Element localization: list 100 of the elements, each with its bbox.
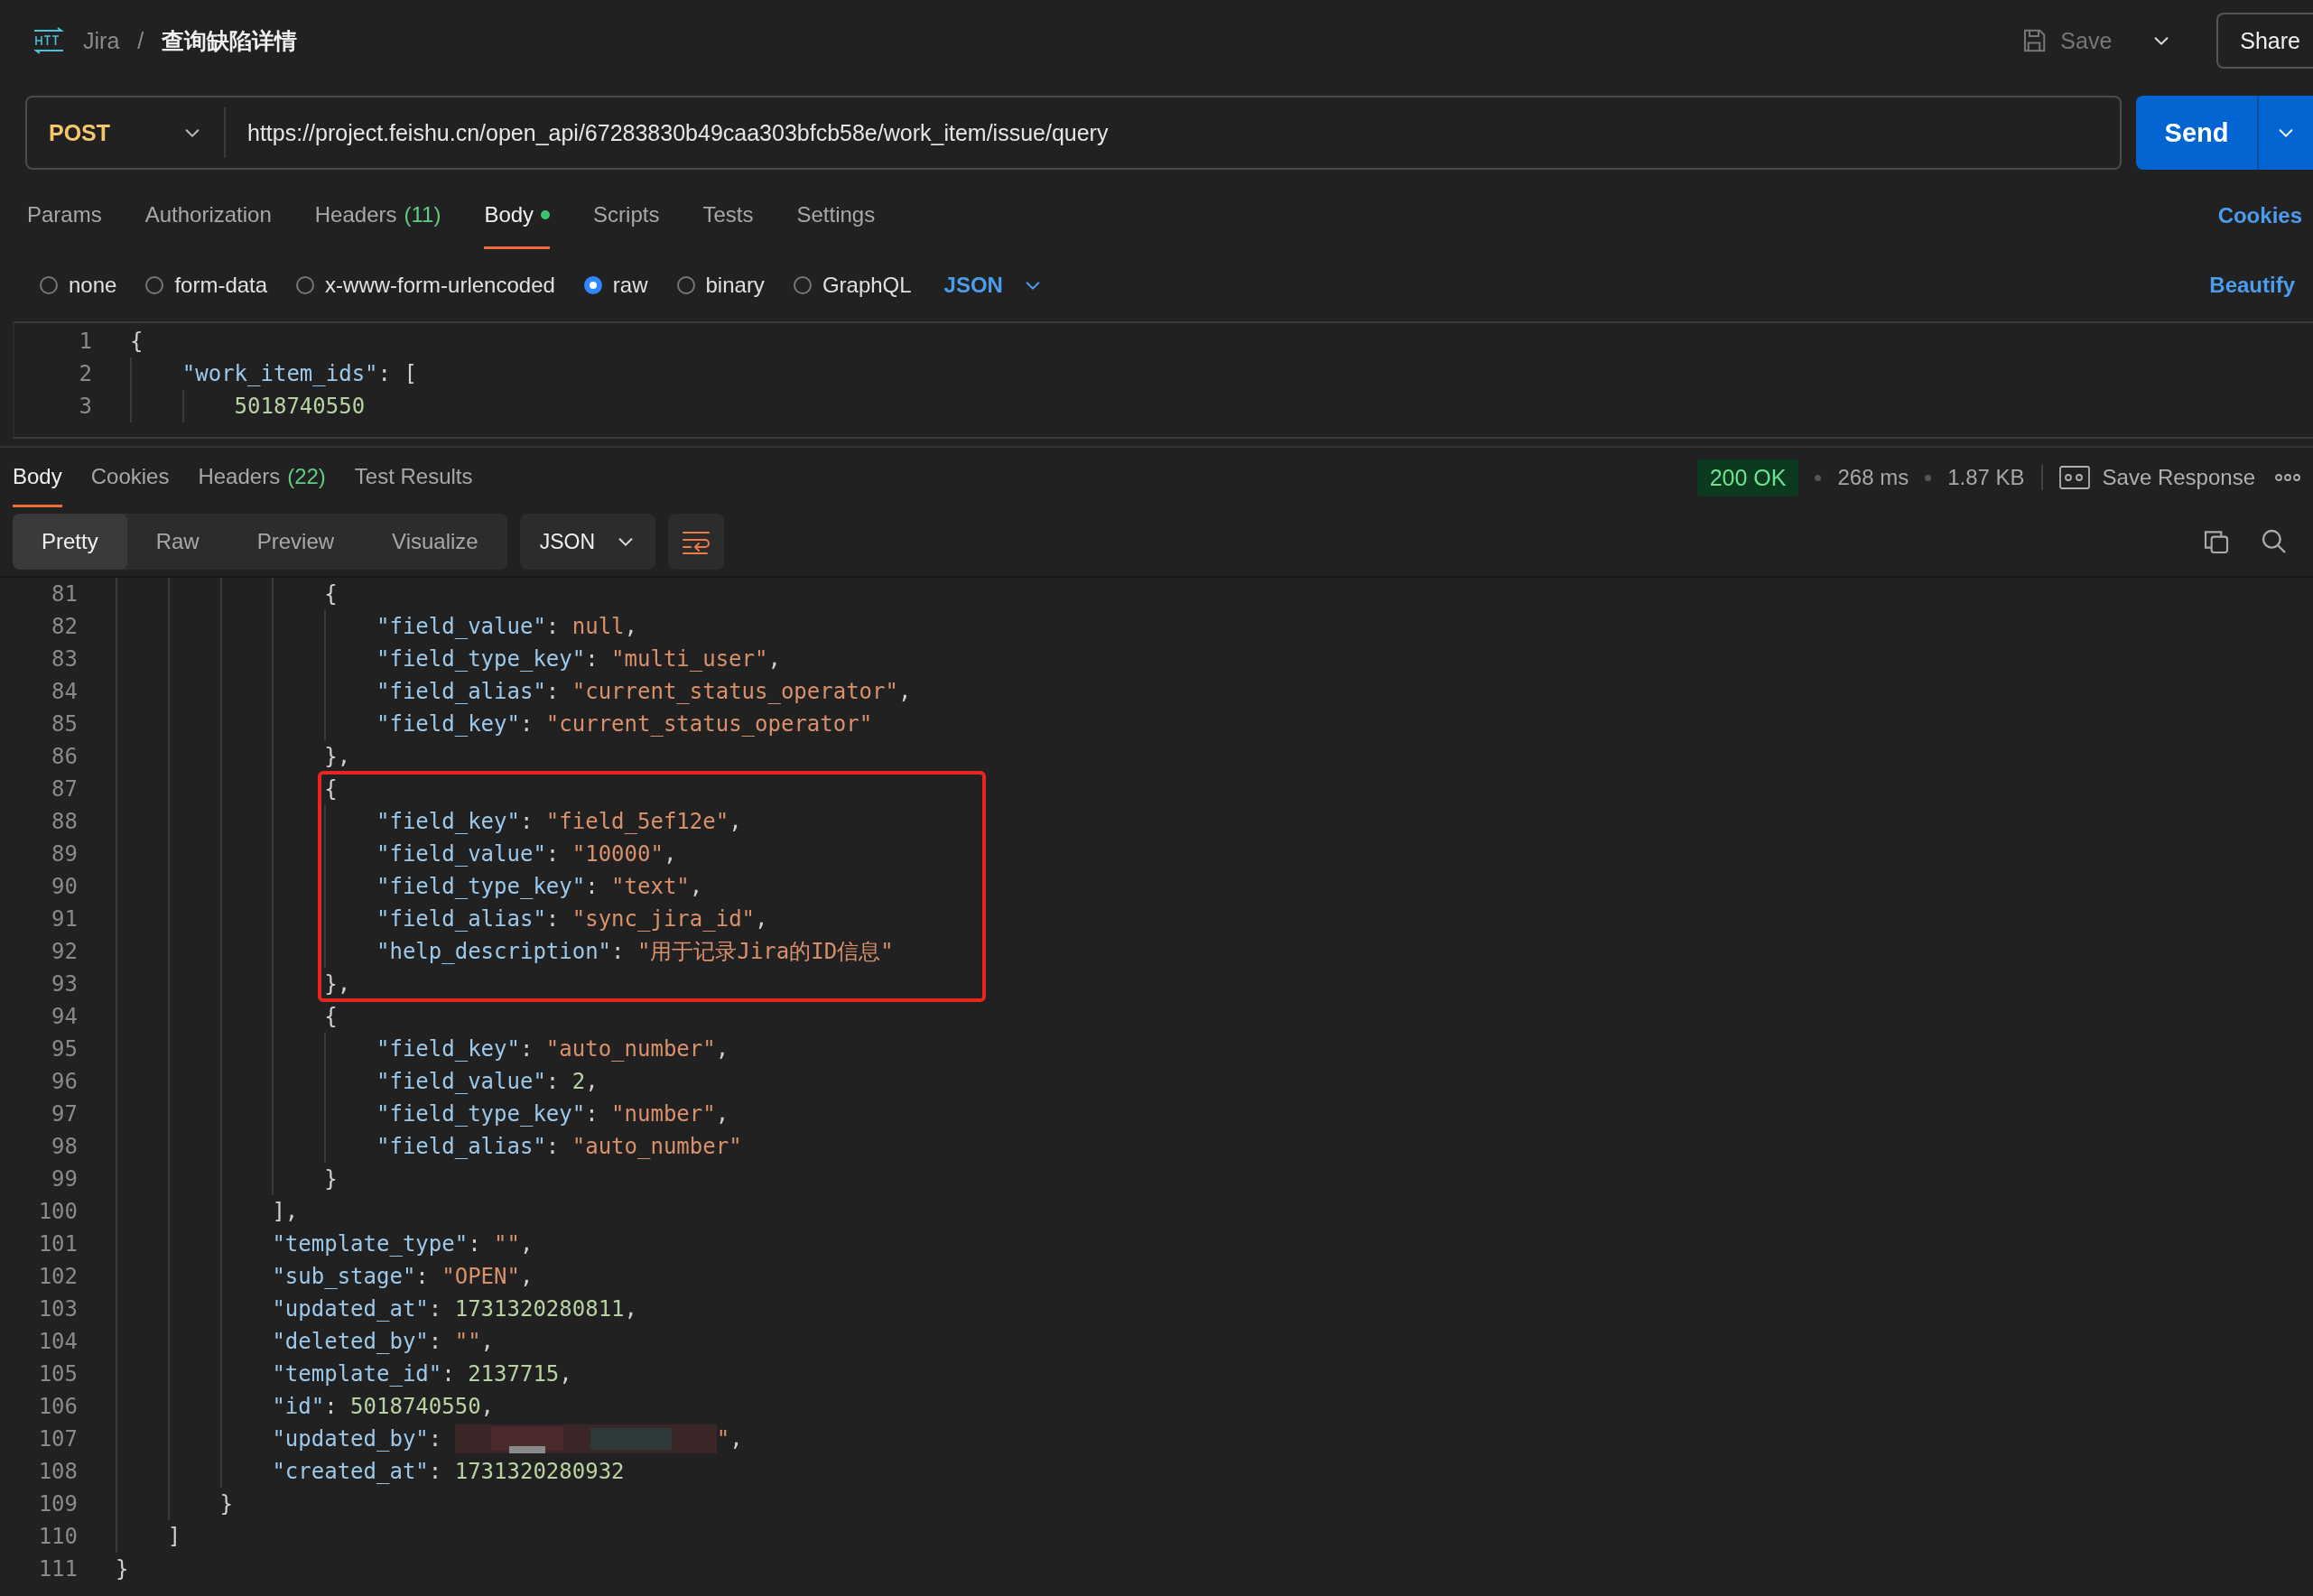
request-tab[interactable]: Headers (11) bbox=[314, 182, 441, 249]
code-line: "sub_stage": "OPEN", bbox=[272, 1264, 534, 1289]
line-number: 87 bbox=[51, 776, 79, 802]
body-type-radio[interactable]: GraphQL bbox=[793, 273, 912, 298]
body-type-radio[interactable]: form-data bbox=[145, 273, 268, 298]
view-mode-tab[interactable]: Pretty bbox=[13, 514, 127, 570]
line-number: 90 bbox=[51, 874, 79, 899]
line-number: 93 bbox=[51, 971, 79, 997]
line-number: 106 bbox=[37, 1394, 79, 1419]
line-number: 82 bbox=[51, 614, 79, 639]
response-tab[interactable]: Test Results bbox=[354, 448, 473, 507]
request-tab[interactable]: Params bbox=[27, 182, 102, 249]
code-line: "updated_by": bbox=[272, 1426, 443, 1452]
code-line: "field_value": "10000", bbox=[376, 841, 677, 867]
send-button[interactable]: Send bbox=[2136, 96, 2257, 170]
breadcrumb-link[interactable]: Jira bbox=[83, 27, 120, 54]
code-line: { bbox=[130, 329, 144, 354]
request-title: 查询缺陷详情 bbox=[162, 26, 298, 55]
line-number: 86 bbox=[51, 744, 79, 769]
save-response-button[interactable]: Save Response bbox=[2058, 465, 2255, 490]
line-number: 105 bbox=[37, 1361, 79, 1387]
code-line: "field_key": "field_5ef12e", bbox=[376, 809, 742, 834]
line-number: 99 bbox=[51, 1166, 79, 1192]
format-dropdown[interactable]: JSON bbox=[943, 273, 1043, 298]
code-line: "field_alias": "auto_number" bbox=[376, 1134, 742, 1159]
code-line: "field_alias": "current_status_operator", bbox=[376, 679, 912, 704]
line-number: 91 bbox=[51, 906, 79, 932]
response-time: 268 ms bbox=[1837, 465, 1909, 490]
line-number: 107 bbox=[37, 1426, 79, 1452]
body-type-radio[interactable]: raw bbox=[583, 273, 648, 298]
line-number: 108 bbox=[37, 1459, 79, 1484]
format-dropdown[interactable]: JSON bbox=[519, 514, 655, 570]
code-line: } bbox=[324, 1166, 338, 1192]
line-number: 98 bbox=[51, 1134, 79, 1159]
body-type-radio[interactable]: binary bbox=[676, 273, 765, 298]
line-number: 110 bbox=[37, 1524, 79, 1549]
line-number: 111 bbox=[37, 1556, 79, 1582]
code-line: "field_type_key": "number", bbox=[376, 1101, 729, 1127]
line-number: 103 bbox=[37, 1296, 79, 1322]
line-number: 94 bbox=[51, 1004, 79, 1029]
code-line: { bbox=[324, 776, 338, 802]
line-number: 89 bbox=[51, 841, 79, 867]
code-line: "template_id": 2137715, bbox=[272, 1361, 572, 1387]
line-number: 100 bbox=[37, 1199, 79, 1224]
code-line: "field_key": "current_status_operator" bbox=[376, 711, 873, 737]
code-line: ", bbox=[716, 1426, 743, 1452]
body-type-radio[interactable]: x-www-form-urlencoded bbox=[296, 273, 555, 298]
beautify-link[interactable]: Beautify bbox=[2206, 273, 2299, 298]
line-number: 109 bbox=[37, 1491, 79, 1517]
code-line: ] bbox=[167, 1524, 181, 1549]
request-tab[interactable]: Authorization bbox=[144, 182, 272, 249]
view-mode-tab[interactable]: Preview bbox=[228, 514, 364, 570]
code-line: "created_at": 1731320280932 bbox=[272, 1459, 625, 1484]
code-line: { bbox=[324, 581, 338, 607]
line-number: 3 bbox=[78, 394, 93, 419]
wrap-lines-icon[interactable] bbox=[667, 514, 724, 570]
response-tab[interactable]: Cookies bbox=[90, 448, 170, 507]
code-line: "field_value": null, bbox=[376, 614, 637, 639]
code-line: } bbox=[219, 1491, 234, 1517]
url-field[interactable]: POST https://project.feishu.cn/open_api/67283830b49caa303bfcb58e/work_item/issue/query bbox=[25, 96, 2122, 170]
breadcrumb-separator: / bbox=[137, 27, 144, 54]
code-line: "field_alias": "sync_jira_id", bbox=[376, 906, 768, 932]
code-line: { bbox=[324, 1004, 338, 1029]
status-badge: 200 OK bbox=[1696, 459, 1799, 496]
code-line: "field_key": "auto_number", bbox=[376, 1036, 729, 1062]
method-dropdown[interactable]: POST bbox=[27, 107, 226, 158]
line-number: 1 bbox=[78, 329, 93, 354]
share-button[interactable]: Share bbox=[2216, 13, 2313, 69]
line-number: 85 bbox=[51, 711, 79, 737]
request-tab[interactable]: Scripts bbox=[593, 182, 660, 249]
code-line: "field_type_key": "text", bbox=[376, 874, 703, 899]
line-number: 83 bbox=[51, 646, 79, 672]
view-mode-tab[interactable]: Visualize bbox=[363, 514, 507, 570]
separator-dot bbox=[1925, 474, 1932, 481]
request-tab[interactable]: Tests bbox=[702, 182, 754, 249]
line-number: 2 bbox=[78, 361, 93, 386]
code-line: }, bbox=[324, 744, 351, 769]
response-size: 1.87 KB bbox=[1947, 465, 2025, 490]
response-tab[interactable]: Headers (22) bbox=[198, 448, 326, 507]
code-line: "template_type": "", bbox=[272, 1231, 534, 1257]
code-line: "field_value": 2, bbox=[376, 1069, 599, 1094]
view-mode-tab[interactable]: Raw bbox=[126, 514, 228, 570]
cookies-link[interactable]: Cookies bbox=[2214, 203, 2306, 228]
response-tab[interactable]: Body bbox=[13, 448, 62, 507]
code-line: }, bbox=[324, 971, 351, 997]
line-number: 97 bbox=[51, 1101, 79, 1127]
code-line: "work_item_ids": [ bbox=[181, 361, 417, 386]
code-line: "id": 5018740550, bbox=[272, 1394, 495, 1419]
separator-dot bbox=[1815, 474, 1822, 481]
code-line: ], bbox=[272, 1199, 299, 1224]
request-tab[interactable]: Body bbox=[484, 182, 551, 249]
body-type-radio[interactable]: none bbox=[40, 273, 117, 298]
code-line: "updated_at": 1731320280811, bbox=[272, 1296, 637, 1322]
line-number: 96 bbox=[51, 1069, 79, 1094]
line-number: 88 bbox=[51, 809, 79, 834]
request-tab[interactable]: Settings bbox=[796, 182, 876, 249]
line-number: 84 bbox=[51, 679, 79, 704]
code-line: "help_description": "用于记录Jira的ID信息" bbox=[376, 938, 894, 966]
code-line: "field_type_key": "multi_user", bbox=[376, 646, 781, 672]
line-number: 92 bbox=[51, 939, 79, 964]
